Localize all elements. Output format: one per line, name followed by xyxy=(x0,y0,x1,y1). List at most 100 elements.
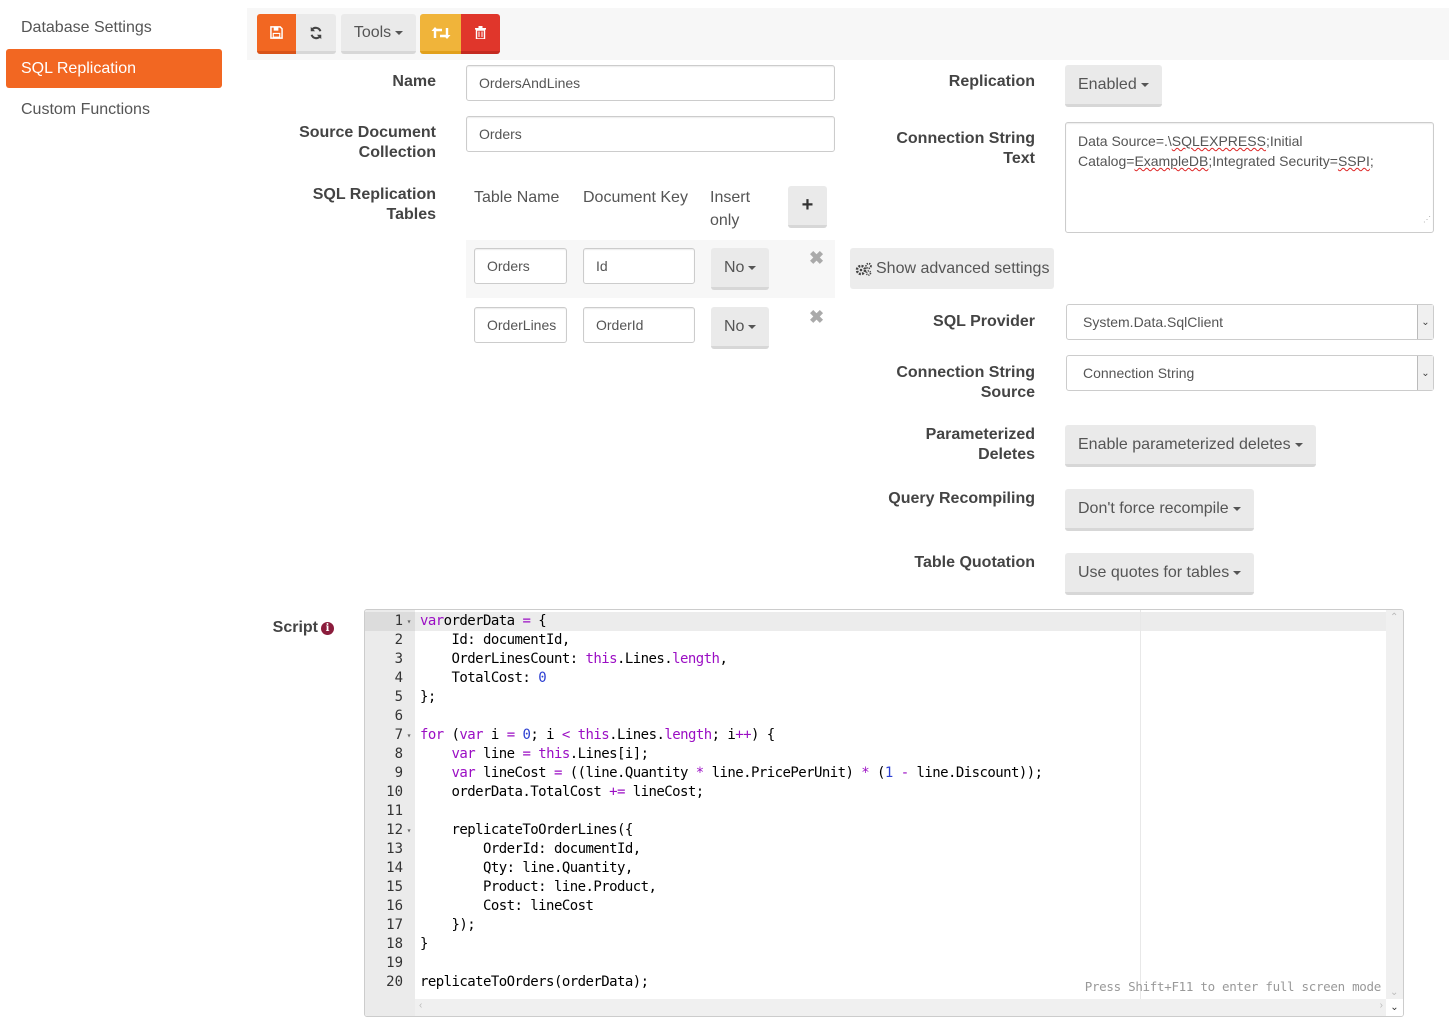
sql-provider-select[interactable]: System.Data.SqlClient ⌄ xyxy=(1066,304,1434,340)
code-token: Id: documentId, xyxy=(420,632,571,648)
fold-toggle-icon[interactable]: ▾ xyxy=(403,612,415,631)
resize-grip-icon[interactable]: ⋰ xyxy=(1423,210,1431,230)
show-advanced-settings-label: Show advanced settings xyxy=(876,259,1050,277)
reset-button[interactable] xyxy=(420,14,461,54)
parameterized-deletes-value: Enable parameterized deletes xyxy=(1078,435,1291,453)
code-token: orderData.TotalCost xyxy=(420,784,610,800)
sidebar-item-custom-functions[interactable]: Custom Functions xyxy=(6,90,222,129)
scroll-right-icon[interactable]: › xyxy=(1380,1000,1383,1011)
tools-dropdown[interactable]: Tools xyxy=(341,14,416,54)
plus-icon: + xyxy=(801,194,814,216)
table-quotation-value: Use quotes for tables xyxy=(1078,563,1230,581)
connection-string-source-select[interactable]: Connection String ⌄ xyxy=(1066,355,1434,391)
line-number: 18 xyxy=(386,936,403,952)
chevron-down-icon: ⌄ xyxy=(1417,356,1433,390)
document-key-input[interactable]: Id xyxy=(583,248,695,284)
caret-down-icon xyxy=(395,30,404,35)
code-line: 11 xyxy=(365,802,1387,821)
remove-table-icon[interactable]: ✖ xyxy=(809,307,824,328)
table-name-input[interactable]: Orders xyxy=(474,248,567,284)
code-token: .Lines[i]; xyxy=(569,746,649,762)
parameterized-deletes-dropdown[interactable]: Enable parameterized deletes xyxy=(1065,425,1316,467)
conn-text-part: SQLEXPRESS xyxy=(1171,133,1266,149)
code-line: 14 Qty: line.Quantity, xyxy=(365,859,1387,878)
replication-dropdown[interactable]: Enabled xyxy=(1065,65,1162,107)
source-collection-input[interactable]: Orders xyxy=(466,116,835,152)
code-token-op: = xyxy=(553,765,562,781)
code-token: , xyxy=(719,651,728,667)
code-text: Qty: line.Quantity, xyxy=(415,859,633,878)
sidebar: Database Settings SQL Replication Custom… xyxy=(6,8,222,131)
caret-down-icon xyxy=(748,324,757,329)
connection-string-text-label-line1: Connection String xyxy=(896,130,1035,147)
caret-down-icon xyxy=(1233,570,1242,575)
sidebar-item-database-settings[interactable]: Database Settings xyxy=(6,8,222,47)
code-token: ; i xyxy=(530,727,562,743)
line-number: 16 xyxy=(386,898,403,914)
insert-only-dropdown[interactable]: No xyxy=(711,307,769,349)
info-icon[interactable]: i xyxy=(321,622,334,635)
code-token: } xyxy=(420,936,428,952)
line-number: 9 xyxy=(394,765,403,781)
code-line: 6 xyxy=(365,707,1387,726)
col-header-insert-only-line1: Insert xyxy=(710,189,751,206)
line-number: 12 xyxy=(386,822,403,838)
line-number: 11 xyxy=(386,803,403,819)
replication-value: Enabled xyxy=(1078,75,1137,93)
code-token-kw: var xyxy=(420,613,444,629)
code-token-op: < xyxy=(561,727,570,743)
insert-only-dropdown[interactable]: No xyxy=(711,248,769,290)
document-key-input[interactable]: OrderId xyxy=(583,307,695,343)
show-advanced-settings-button[interactable]: Show advanced settings xyxy=(850,248,1055,289)
code-text: } xyxy=(415,935,428,954)
code-line: 15 Product: line.Product, xyxy=(365,878,1387,897)
connection-string-source-value: Connection String xyxy=(1083,365,1195,381)
table-name-input[interactable]: OrderLines xyxy=(474,307,567,343)
query-recompiling-dropdown[interactable]: Don't force recompile xyxy=(1065,489,1254,531)
code-token: i xyxy=(483,727,507,743)
scroll-down-icon[interactable]: ⌄ xyxy=(1390,987,1398,998)
code-text: replicateToOrderLines({ xyxy=(415,821,634,840)
scroll-corner-chevron-icon[interactable]: ⌄ xyxy=(1386,999,1403,1016)
col-header-insert-only: Insert only xyxy=(710,186,750,232)
code-token-op: = xyxy=(506,727,515,743)
replication-label: Replication xyxy=(948,73,1035,90)
scroll-up-icon[interactable]: ⌃ xyxy=(1390,612,1398,623)
vertical-scrollbar[interactable]: ⌃ ⌄ xyxy=(1386,610,1403,1000)
sidebar-item-sql-replication[interactable]: SQL Replication xyxy=(6,49,222,88)
table-quotation-label: Table Quotation xyxy=(914,554,1035,571)
source-collection-label-line1: Source Document xyxy=(299,124,436,141)
code-token-num: 1 xyxy=(884,765,893,781)
code-line: 5}; xyxy=(365,688,1387,707)
table-quotation-dropdown[interactable]: Use quotes for tables xyxy=(1065,553,1255,595)
fold-toggle-icon[interactable]: ▾ xyxy=(403,821,415,840)
code-token: TotalCost: xyxy=(420,670,539,686)
name-value: OrdersAndLines xyxy=(479,75,581,91)
horizontal-scrollbar[interactable]: ‹ › xyxy=(415,999,1387,1016)
scroll-left-icon[interactable]: ‹ xyxy=(419,1000,422,1011)
add-table-button[interactable]: + xyxy=(788,186,827,228)
document-key-value: OrderId xyxy=(596,317,644,333)
insert-only-value: No xyxy=(724,258,745,276)
code-token: }); xyxy=(420,917,476,933)
cogs-icon xyxy=(855,262,872,276)
name-input[interactable]: OrdersAndLines xyxy=(466,65,835,101)
script-editor[interactable]: 1 ▾ varorderData = {2 Id: documentId, 3 Ord… xyxy=(364,609,1404,1017)
floppy-disk-icon xyxy=(270,26,283,39)
conn-text-part: ; xyxy=(1369,153,1374,169)
delete-button[interactable] xyxy=(461,14,500,54)
remove-table-icon[interactable]: ✖ xyxy=(809,248,824,269)
name-label: Name xyxy=(392,73,436,90)
conn-text-part: Data Source=.\ xyxy=(1078,133,1172,149)
save-button[interactable] xyxy=(257,14,296,54)
connection-string-textarea[interactable]: Data Source=.\SQLEXPRESS;Initial Catalog… xyxy=(1065,122,1434,233)
code-text: }); xyxy=(415,916,476,935)
fold-toggle-icon[interactable]: ▾ xyxy=(403,726,415,745)
refresh-button[interactable] xyxy=(296,14,336,54)
